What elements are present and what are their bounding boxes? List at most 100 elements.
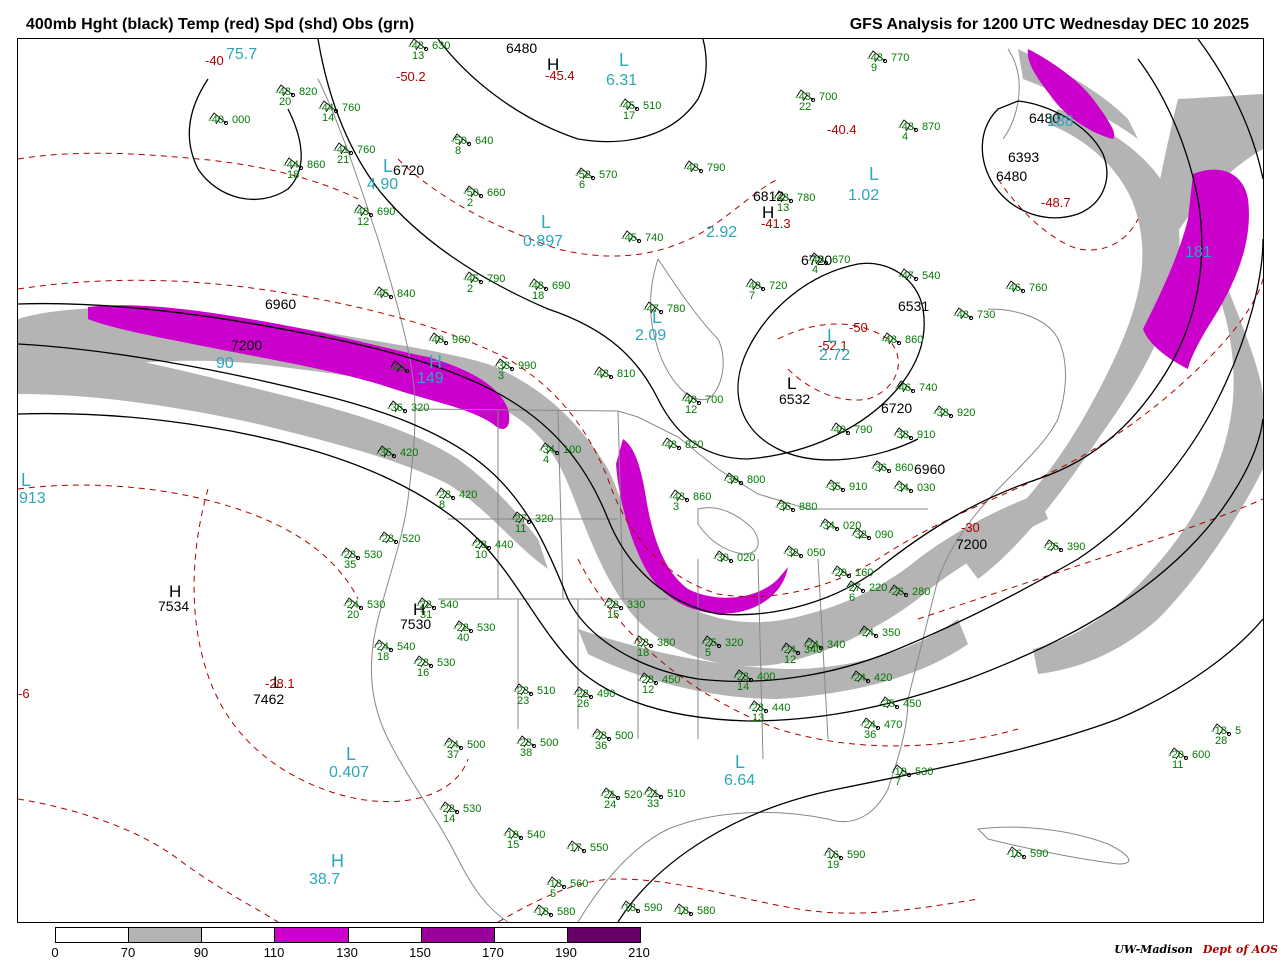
station-height: 530 [477,622,496,634]
station-height: 420 [400,447,419,459]
station-dewpoint: 4 [812,264,819,276]
station-height: 560 [570,878,589,890]
height-label: 6720 [881,400,913,416]
station-height: 020 [737,552,756,564]
station-dewpoint: 12 [784,654,797,666]
station-dewpoint: 2 [467,197,474,209]
station-height: 600 [1192,749,1211,761]
station-height: 780 [797,192,816,204]
colorbar-tick-label: 190 [555,945,577,960]
station-dewpoint: 18 [532,290,545,302]
station-height: 700 [819,91,838,103]
station-dewpoint: 12 [357,216,370,228]
station-height: 530 [367,599,386,611]
station-temp: -16 [1006,848,1022,860]
height-center-letter: H [169,582,182,601]
station-height: 740 [645,232,664,244]
station-dewpoint: 20 [279,96,292,108]
station-height: 500 [467,739,486,751]
station-height: 820 [299,86,318,98]
wind-speed-center-letter: L [619,50,630,70]
station-height: 740 [919,382,938,394]
height-label: 6960 [265,296,297,312]
station-temp: -26 [1043,541,1059,553]
station-height: 810 [617,368,636,380]
station-height: 790 [487,273,506,285]
station-height: 760 [1029,282,1048,294]
temp-contour-6 [18,798,279,922]
station-height: 280 [912,586,931,598]
station-temp: -46 [895,382,911,394]
station-height: 720 [769,280,788,292]
temperature-label: -50.2 [396,69,426,84]
station-height: 420 [459,489,478,501]
colorbar-tick-label: 150 [409,945,431,960]
station-height: 530 [437,657,456,669]
station-height: 050 [807,547,826,559]
station-height: 730 [977,309,996,321]
wind-speed-label: 0.897 [523,233,564,250]
station-temp: -47 [898,270,914,282]
wind-speed-center-letter: L [541,212,552,232]
station-temp: -18 [533,906,549,918]
station-dewpoint: 4 [543,454,550,466]
station-dewpoint: 16 [417,667,430,679]
station-temp: -40 [428,334,444,346]
wind-speed-label: 1.02 [848,187,880,204]
station-temp: -34 [819,520,835,532]
station-height: 540 [440,599,459,611]
height-label: 6720 [393,162,425,178]
wind-speed-label: 188 [1047,113,1074,130]
wind-speed-label: 6.64 [724,772,756,789]
station-height: 920 [957,407,976,419]
station-height: 440 [495,539,514,551]
station-height: 500 [540,737,559,749]
station-temp: -30 [713,552,729,564]
station-height: 390 [1067,541,1086,553]
station-dewpoint: 14 [443,813,456,825]
station-dewpoint: 36 [595,740,608,752]
station-height: 770 [891,52,910,64]
station-dewpoint: 6 [849,592,856,604]
station-height: 660 [487,187,506,199]
temp-contour-10 [997,178,1139,251]
station-height: 860 [905,334,924,346]
station-dewpoint: 11 [1172,759,1184,771]
station-temp: -32 [783,547,799,559]
station-height: 860 [307,159,326,171]
station-temp: -24 [858,627,874,639]
wind-speed-center-letter: L [383,156,394,176]
station-height: 670 [832,254,851,266]
station-temp: -46 [1005,282,1021,294]
station-dewpoint: 17 [623,110,636,122]
station-height: 590 [644,902,663,914]
station-height: 530 [915,766,934,778]
station-height: 380 [657,637,676,649]
colorbar-tick-label: 170 [482,945,504,960]
station-dewpoint: 4 [902,131,909,143]
station-dewpoint: 5 [550,888,557,900]
station-height: 350 [882,627,901,639]
wind-speed-label: 6.31 [606,72,638,89]
station-dewpoint: 18 [377,651,390,663]
height-label: 6480 [996,168,1028,184]
station-dewpoint: 14 [322,112,335,124]
station-dewpoint: 8 [439,499,446,511]
station-dewpoint: 21 [337,154,350,166]
station-height: 450 [903,698,922,710]
station-temp: -35 [825,481,841,493]
station-dewpoint: 3 [498,370,505,382]
station-temp: -45 [373,288,389,300]
station-dewpoint: 12 [685,404,698,416]
station-height: 590 [1030,848,1049,860]
temperature-label: -48.7 [1041,195,1071,210]
station-temp: -40 [208,114,224,126]
station-dewpoint: 12 [642,684,655,696]
wind-speed-label: 149 [417,370,444,387]
station-temp: -18 [673,905,689,917]
wind-speed-label: 0.407 [329,764,370,781]
station-height: 5 [1235,725,1242,737]
wind-speed-center-letter: L [346,744,357,764]
station-temp: -48 [953,309,969,321]
station-height: 340 [827,639,846,651]
